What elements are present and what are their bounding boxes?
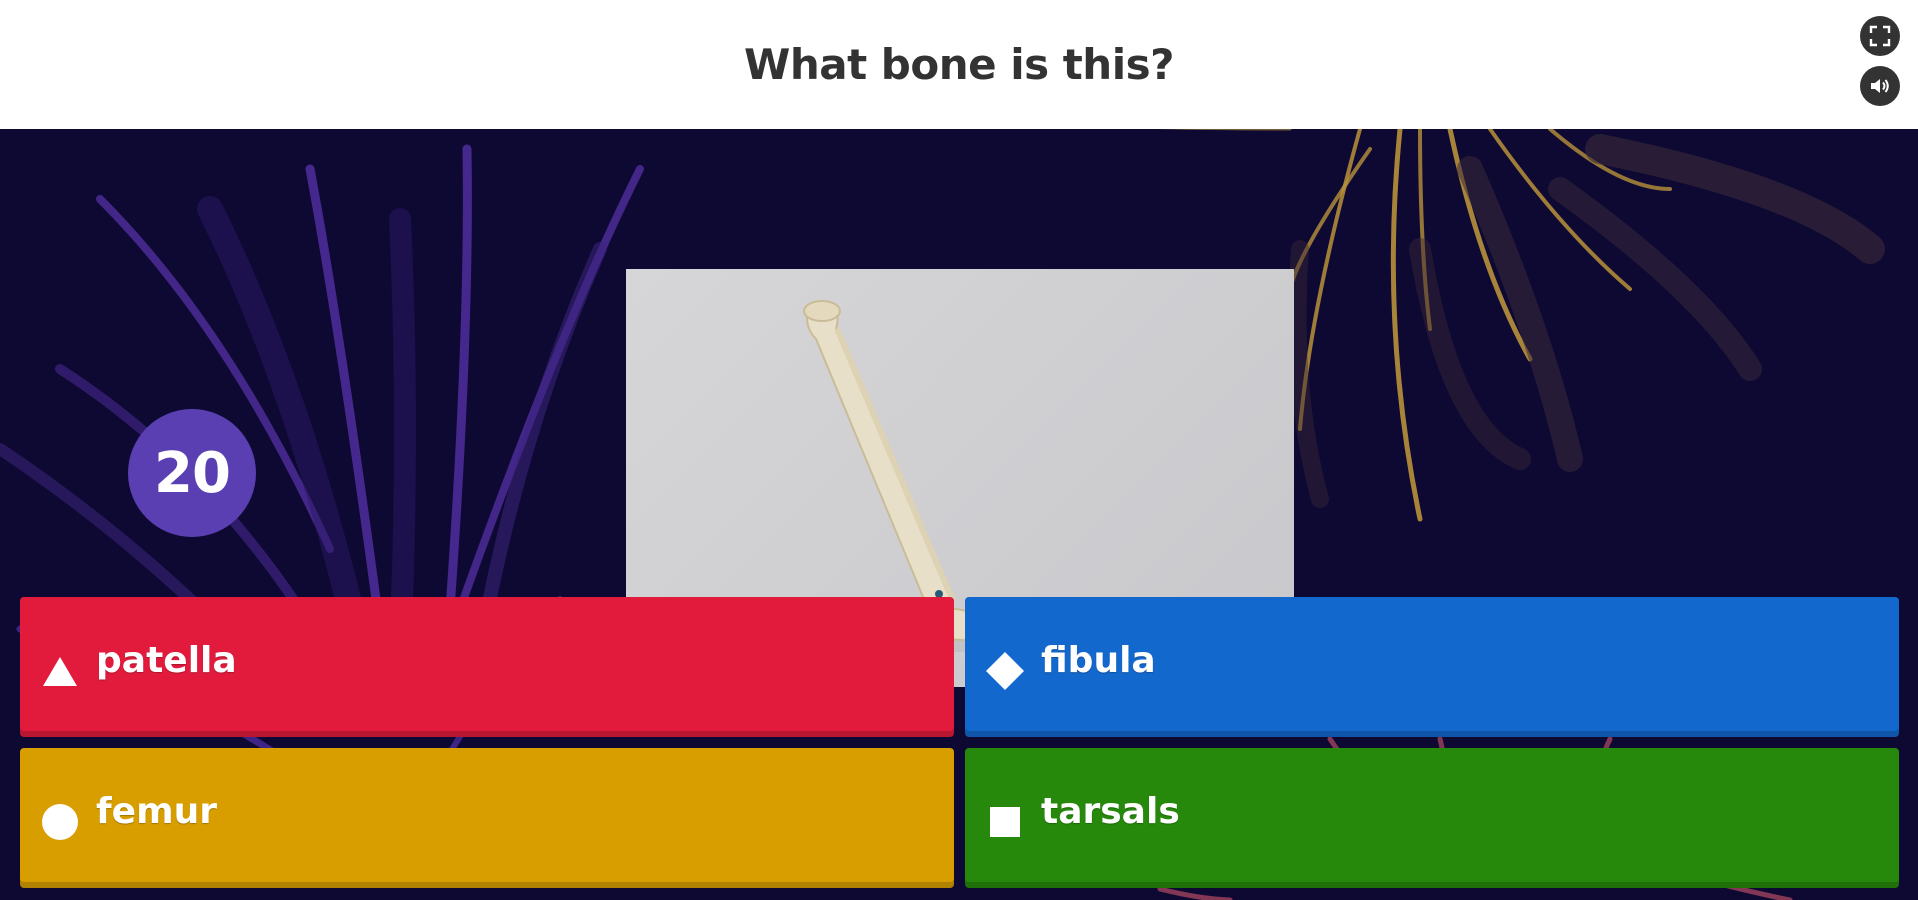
answer-button-patella[interactable]: patella <box>20 597 954 737</box>
answer-label: tarsals <box>1041 790 1180 832</box>
triangle-icon <box>43 657 77 686</box>
answer-button-tarsals[interactable]: tarsals <box>965 748 1899 888</box>
fullscreen-icon <box>1869 25 1891 47</box>
answer-label: femur <box>96 790 217 832</box>
game-stage: 20 patella fibula femur tarsals <box>0 129 1918 900</box>
answer-button-fibula[interactable]: fibula <box>965 597 1899 737</box>
fullscreen-button[interactable] <box>1860 16 1900 56</box>
square-icon <box>990 807 1020 837</box>
countdown-timer: 20 <box>128 409 256 537</box>
answer-label: fibula <box>1041 639 1156 681</box>
answer-button-femur[interactable]: femur <box>20 748 954 888</box>
answer-label: patella <box>96 639 237 681</box>
question-header: What bone is this? <box>0 0 1918 129</box>
circle-icon <box>42 804 78 840</box>
diamond-icon <box>986 652 1024 690</box>
question-title: What bone is this? <box>744 40 1174 89</box>
sound-button[interactable] <box>1860 66 1900 106</box>
answer-grid: patella fibula femur tarsals <box>20 597 1899 888</box>
sound-icon <box>1871 79 1889 93</box>
